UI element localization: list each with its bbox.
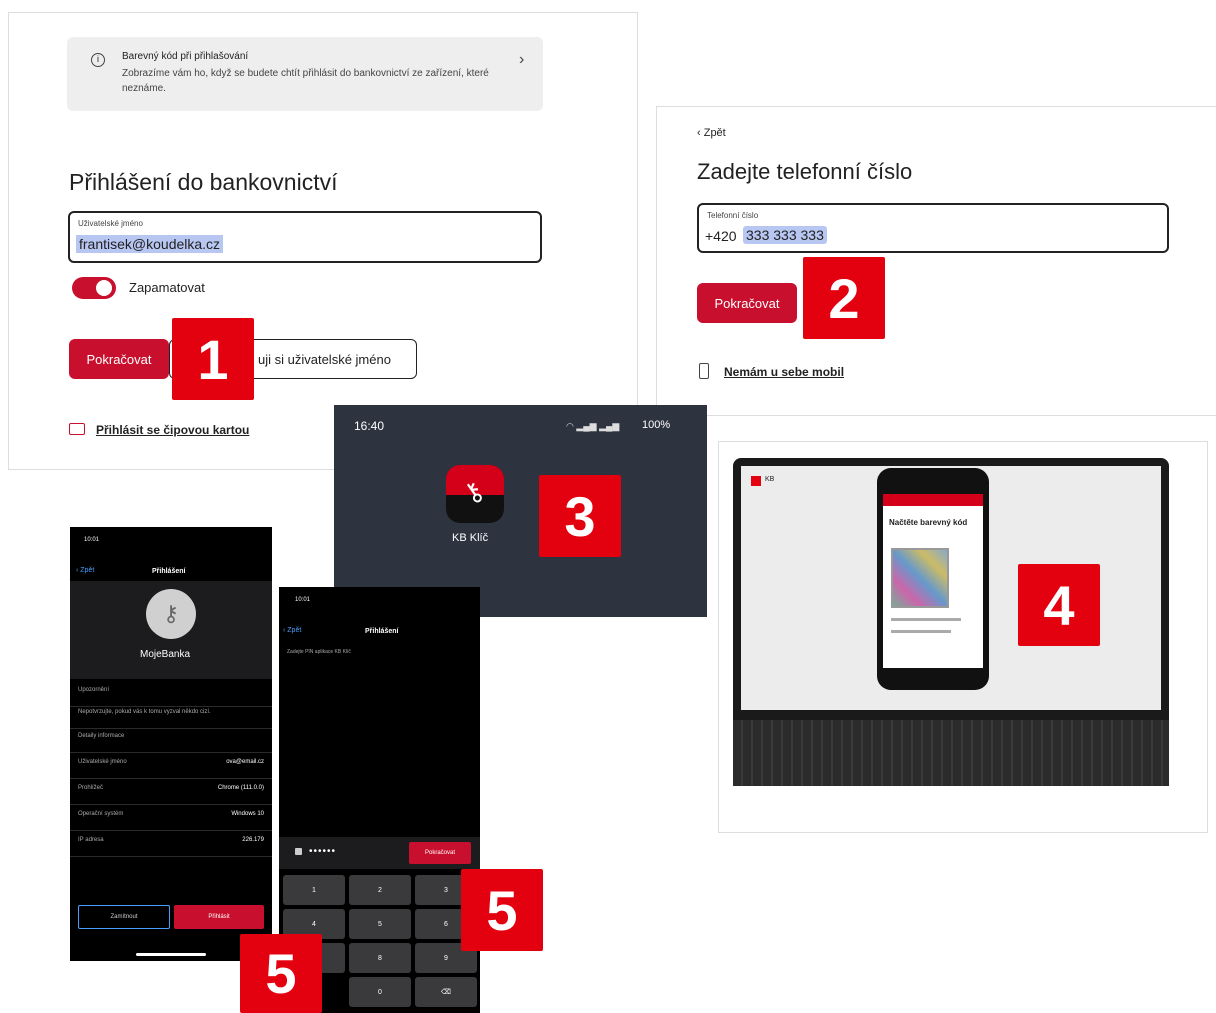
phone-line-2: [891, 630, 951, 633]
keypad-key[interactable]: 2: [349, 875, 411, 905]
pin-bar: •••••• Pokračovat: [279, 837, 480, 869]
detail-row: Nepotvrzujte, pokud vás k tomu vyzval ně…: [70, 709, 272, 729]
app-name: KB Klíč: [452, 532, 489, 544]
chevron-right-icon[interactable]: ›: [519, 51, 524, 69]
approve-button[interactable]: Přihlásit: [174, 905, 264, 929]
keypad-key[interactable]: ⌫: [415, 977, 477, 1007]
status-time: 16:40: [354, 419, 385, 433]
phone-mockup: Načtěte barevný kód: [877, 468, 989, 690]
no-mobile-icon: [699, 363, 709, 379]
step-badge-5b: 5: [240, 934, 322, 1013]
approval-phone: 10:01 ‹ Zpět Přihlášení ⚷ MojeBanka Upoz…: [70, 527, 272, 961]
detail-row: Prohlížeč Chrome (111.0.0): [70, 785, 272, 805]
step-badge-2: 2: [803, 257, 885, 339]
lock-icon: [295, 848, 302, 855]
detail-row: IP adresa 226.179: [70, 837, 272, 857]
kb-logo: [751, 476, 761, 486]
step-badge-5a: 5: [461, 869, 543, 951]
app-header: ⚷ MojeBanka: [70, 581, 272, 679]
phone-panel: ‹ Zpět Zadejte telefonní číslo Telefonní…: [656, 106, 1216, 416]
keypad-key[interactable]: 0: [349, 977, 411, 1007]
app-name: MojeBanka: [140, 649, 191, 660]
phone-header-bar: [883, 494, 983, 506]
signal-icon: ◠ ▂▄▆ ▂▄▆: [566, 421, 620, 431]
toggle-knob: [96, 280, 112, 296]
row-value: 226.179: [242, 837, 264, 843]
page-title: Přihlášení do bankovnictví: [69, 169, 338, 195]
info-banner[interactable]: i Barevný kód při přihlašování Zobrazíme…: [67, 37, 543, 111]
laptop-panel: KB Načtěte barevný kód: [718, 441, 1208, 833]
row-key: Uživatelské jméno: [78, 759, 127, 765]
keypad-key[interactable]: 1: [283, 875, 345, 905]
phone-heading: Načtěte barevný kód: [889, 518, 968, 527]
row-value: Chrome (111.0.0): [217, 785, 264, 791]
kb-klic-app-icon[interactable]: ⚷: [446, 465, 504, 523]
phone-prefix: +420: [705, 228, 737, 244]
username-field[interactable]: Uživatelské jméno frantisek@koudelka.cz: [68, 211, 542, 263]
color-code-image: [891, 548, 949, 608]
row-key: Nepotvrzujte, pokud vás k tomu vyzval ně…: [78, 709, 211, 715]
pin-input[interactable]: ••••••: [309, 846, 336, 857]
step-badge-3: 3: [539, 475, 621, 557]
chipcard-icon: [69, 423, 85, 435]
row-key: Upozornění: [78, 687, 110, 693]
row-key: IP adresa: [78, 837, 104, 843]
continue-button[interactable]: Pokračovat: [697, 283, 797, 323]
row-key: Operační systém: [78, 811, 124, 817]
detail-row: Upozornění: [70, 687, 272, 707]
step-badge-1: 1: [172, 318, 254, 400]
forgot-username-label: uji si uživatelské jméno: [258, 352, 391, 367]
status-time: 10:01: [84, 537, 100, 543]
remember-label: Zapamatovat: [129, 280, 205, 295]
info-title: Barevný kód při přihlašování: [122, 51, 249, 62]
screen-title: Přihlášení: [365, 628, 399, 635]
row-value: ova@email.cz: [226, 759, 264, 765]
pin-hint: Zadejte PIN aplikace KB Klíč: [287, 649, 351, 655]
brand-label: KB: [765, 476, 775, 483]
remember-toggle[interactable]: [72, 277, 116, 299]
key-avatar-icon: ⚷: [146, 589, 196, 639]
reject-button[interactable]: Zamítnout: [78, 905, 170, 929]
detail-row: Operační systém Windows 10: [70, 811, 272, 831]
keypad-key[interactable]: 8: [349, 943, 411, 973]
page-title: Zadejte telefonní číslo: [697, 159, 913, 184]
row-value: Windows 10: [231, 811, 264, 817]
username-label: Uživatelské jméno: [78, 219, 143, 228]
screen-title: Přihlášení: [152, 568, 186, 575]
phone-screen: Načtěte barevný kód: [883, 494, 983, 668]
chipcard-link[interactable]: Přihlásit se čipovou kartou: [96, 423, 249, 437]
keyboard: [733, 720, 1169, 786]
no-mobile-link[interactable]: Nemám u sebe mobil: [724, 365, 844, 379]
back-link[interactable]: ‹ Zpět: [76, 567, 94, 574]
detail-row: Uživatelské jméno ova@email.cz: [70, 759, 272, 779]
info-text: Zobrazíme vám ho, když se budete chtít p…: [122, 68, 489, 94]
username-value: frantisek@koudelka.cz: [76, 235, 224, 253]
status-time: 10:01: [295, 597, 311, 603]
login-panel: i Barevný kód při přihlašování Zobrazíme…: [8, 12, 638, 470]
app-launcher-screen: 16:40 ◠ ▂▄▆ ▂▄▆ 100% ⚷ KB Klíč: [334, 405, 707, 617]
info-icon: i: [91, 53, 105, 67]
phone-label: Telefonní číslo: [707, 211, 759, 220]
step-badge-4: 4: [1018, 564, 1100, 646]
back-link[interactable]: ‹ Zpět: [697, 127, 726, 139]
phone-number: 333 333 333: [743, 226, 827, 244]
row-key: Prohlížeč: [78, 785, 104, 791]
laptop-screen: KB Načtěte barevný kód: [733, 458, 1169, 786]
home-indicator: [136, 953, 206, 956]
continue-button[interactable]: Pokračovat: [409, 842, 471, 864]
back-link[interactable]: ‹ Zpět: [283, 627, 301, 634]
row-key: Detaily informace: [78, 733, 125, 739]
battery-status: 100%: [642, 419, 671, 431]
continue-button[interactable]: Pokračovat: [69, 339, 169, 379]
detail-row: Detaily informace: [70, 733, 272, 753]
phone-field[interactable]: Telefonní číslo +420 333 333 333: [697, 203, 1169, 253]
keypad-key[interactable]: 5: [349, 909, 411, 939]
phone-line-1: [891, 618, 961, 621]
